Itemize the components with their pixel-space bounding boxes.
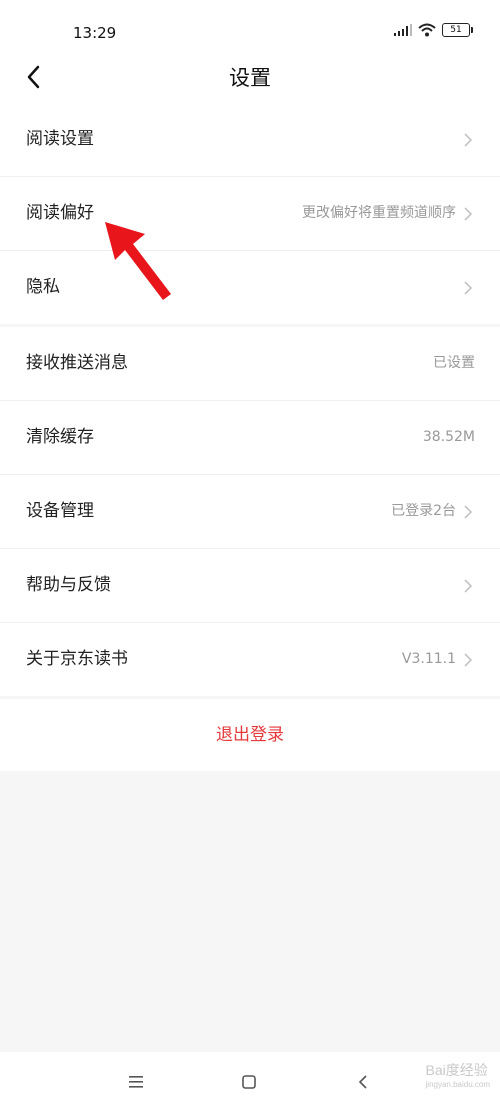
logout-button[interactable]: 退出登录 (0, 699, 500, 771)
home-square-icon (242, 1075, 256, 1089)
row-label: 帮助与反馈 (26, 575, 111, 595)
menu-button[interactable] (124, 1070, 148, 1094)
row-help-feedback[interactable]: 帮助与反馈 (0, 549, 500, 623)
row-label: 阅读偏好 (26, 203, 94, 223)
row-label: 隐私 (26, 277, 60, 297)
menu-icon (129, 1076, 143, 1088)
chevron-right-icon (464, 505, 473, 519)
row-label: 接收推送消息 (26, 353, 128, 373)
row-reading-preference[interactable]: 阅读偏好 更改偏好将重置频道顺序 (0, 177, 500, 251)
wifi-icon (418, 23, 436, 37)
row-reading-settings[interactable]: 阅读设置 (0, 103, 500, 177)
chevron-right-icon (464, 579, 473, 593)
battery-icon: 51 (442, 23, 473, 37)
watermark-sub: jingyan.baidu.com (425, 1080, 490, 1089)
annotation-arrow-icon (105, 222, 171, 300)
watermark-main: Bai度经验 (425, 1062, 488, 1078)
row-about[interactable]: 关于京东读书 V3.11.1 (0, 623, 500, 696)
header: 设置 (0, 60, 500, 105)
chevron-right-icon (464, 133, 473, 147)
status-time: 13:29 (73, 24, 117, 42)
chevron-right-icon (464, 281, 473, 295)
row-privacy[interactable]: 隐私 (0, 251, 500, 324)
row-value: 更改偏好将重置频道顺序 (302, 205, 456, 221)
watermark: Bai度经验 jingyan.baidu.com (426, 1060, 490, 1089)
row-label: 关于京东读书 (26, 649, 128, 669)
row-label: 清除缓存 (26, 427, 94, 447)
row-label: 阅读设置 (26, 129, 94, 149)
row-label: 设备管理 (26, 501, 94, 521)
row-push-notifications[interactable]: 接收推送消息 已设置 (0, 327, 500, 401)
settings-group-reading: 阅读设置 阅读偏好 更改偏好将重置频道顺序 隐私 (0, 103, 500, 324)
row-device-management[interactable]: 设备管理 已登录2台 (0, 475, 500, 549)
row-clear-cache[interactable]: 清除缓存 38.52M (0, 401, 500, 475)
status-bar: 13:29 51 (0, 0, 500, 60)
chevron-right-icon (464, 653, 473, 667)
nav-back-icon (358, 1075, 367, 1089)
home-button[interactable] (237, 1070, 261, 1094)
row-value: V3.11.1 (401, 651, 456, 667)
settings-group-general: 接收推送消息 已设置 清除缓存 38.52M 设备管理 已登录2台 帮助与反馈 … (0, 327, 500, 696)
row-value: 38.52M (422, 429, 475, 445)
row-value: 已登录2台 (391, 503, 456, 519)
row-value: 已设置 (433, 355, 475, 371)
signal-icon (394, 24, 412, 36)
chevron-right-icon (464, 207, 473, 221)
page-title: 设置 (229, 66, 271, 90)
nav-back-button[interactable] (351, 1070, 375, 1094)
status-icons: 51 (394, 23, 473, 37)
